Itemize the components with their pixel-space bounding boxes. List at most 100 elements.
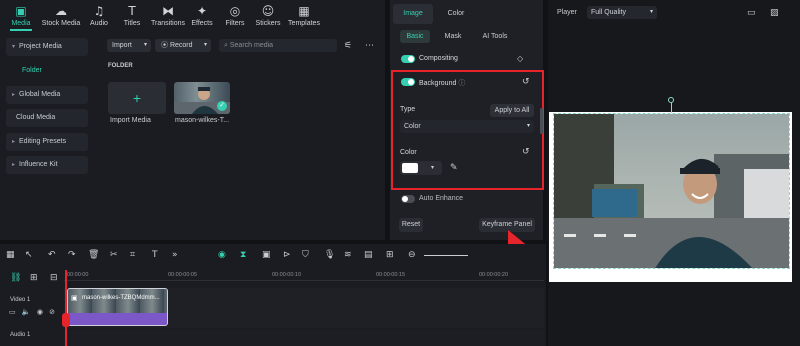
templates-icon: ▦ <box>298 4 310 18</box>
preview-photo <box>554 114 789 268</box>
sidebar-item-global-media[interactable]: ▸ Global Media <box>6 86 88 104</box>
record-icon: ⦿ <box>161 42 168 49</box>
search-icon: ⌕ <box>224 41 228 49</box>
tab-titles[interactable]: T Titles <box>113 4 151 27</box>
import-dropdown[interactable]: Import ▾ <box>107 39 151 52</box>
delete-icon[interactable]: 🗑 <box>88 250 99 260</box>
reset-icon[interactable]: ↺ <box>522 147 530 157</box>
zoom-slider[interactable] <box>424 255 468 256</box>
diamond-icon[interactable]: ◇ <box>517 54 523 64</box>
sidebar-item-cloud-media[interactable]: Cloud Media <box>6 109 88 127</box>
sidebar-item-influence-kit[interactable]: ▸ Influence Kit <box>6 156 88 174</box>
subtab-mask[interactable]: Mask <box>440 30 466 43</box>
chevron-down-icon: ▾ <box>431 165 435 171</box>
sidebar-item-project-media[interactable]: ▾ Project Media <box>6 38 88 56</box>
reset-button[interactable]: Reset <box>399 218 423 232</box>
chevron-down-icon: ▾ <box>526 123 530 129</box>
tab-media-underline <box>10 29 32 31</box>
playhead[interactable] <box>65 270 67 346</box>
media-thumbnail[interactable]: ✓ <box>174 82 230 114</box>
folder-icon[interactable]: ▭ <box>9 308 16 316</box>
props-tab-image[interactable]: Image <box>393 4 433 24</box>
layout-icon[interactable]: ▦ <box>6 250 15 260</box>
search-input[interactable]: ⌕ Search media <box>219 39 337 52</box>
time-label: 00:00:00:05 <box>168 272 198 278</box>
snap-icon[interactable]: ◉ <box>218 250 226 260</box>
chevron-down-icon: ▾ <box>12 44 16 50</box>
subtab-ai-tools[interactable]: AI Tools <box>478 30 512 43</box>
add-track-icon[interactable]: ⊞ <box>30 273 38 283</box>
clip-thumbnails <box>68 289 167 313</box>
chevron-right-icon: ▸ <box>12 139 16 145</box>
media-item-label: mason-wilkes-T... <box>175 117 230 124</box>
sidebar-item-editing-presets[interactable]: ▸ Editing Presets <box>6 133 88 151</box>
time-label: 00:00:00:20 <box>479 272 509 278</box>
redo-icon[interactable]: ↷ <box>68 250 76 260</box>
caption-icon[interactable]: ▤ <box>364 250 373 260</box>
tab-stock-media[interactable]: ☁ Stock Media <box>40 4 82 27</box>
playhead-handle[interactable] <box>62 313 70 327</box>
tab-media[interactable]: ▣ Media <box>2 4 40 27</box>
snapshot-icon[interactable]: ▨ <box>770 8 779 18</box>
mic-icon[interactable]: 🎙 <box>324 250 335 260</box>
import-media-tile[interactable]: + <box>108 82 166 114</box>
voice-icon[interactable]: ≋ <box>344 250 352 260</box>
background-label: Background ⓘ <box>419 80 466 87</box>
clip-label: mason-wilkes-TZBQMdmm... <box>82 295 160 301</box>
play-icon[interactable]: ⊳ <box>283 250 291 260</box>
sidebar-item-folder[interactable]: Folder <box>6 62 88 80</box>
more-icon[interactable]: ⋯ <box>365 41 374 51</box>
video-clip[interactable]: mason-wilkes-TZBQMdmm... ▣ <box>67 288 168 326</box>
link-icon[interactable]: ⛓ <box>10 273 21 283</box>
stickers-icon: ☺ <box>261 4 275 18</box>
props-tab-color[interactable]: Color <box>438 4 474 24</box>
stock-media-icon: ☁ <box>55 4 67 18</box>
split-icon[interactable]: ✂ <box>110 250 118 260</box>
crop-icon[interactable]: ⌗ <box>130 250 135 260</box>
eyedropper-icon[interactable]: ✎ <box>450 163 458 173</box>
grid-icon[interactable]: ▭ <box>747 8 756 18</box>
tab-stickers[interactable]: ☺ Stickers <box>249 4 287 27</box>
zoom-out-icon[interactable]: ⊖ <box>408 250 416 260</box>
tab-transitions[interactable]: ⧓ Transitions <box>148 4 188 27</box>
folder-heading: FOLDER <box>108 63 133 69</box>
rotate-handle-line <box>671 103 672 113</box>
apply-to-all-button[interactable]: Apply to All <box>490 104 534 117</box>
type-select[interactable]: Color ▾ <box>400 120 534 133</box>
auto-enhance-toggle[interactable] <box>401 195 415 203</box>
preview-image[interactable] <box>553 113 790 269</box>
color-swatch-picker[interactable]: ▾ <box>400 161 442 175</box>
chevron-right-icon: ▸ <box>12 162 16 168</box>
compositing-toggle[interactable] <box>401 55 415 63</box>
track-label-audio: Audio 1 <box>10 332 31 338</box>
eye-icon[interactable]: ◉ <box>37 308 43 316</box>
clip-icon: ▣ <box>71 295 78 302</box>
add-audio-track-icon[interactable]: ⊟ <box>50 273 58 283</box>
titles-icon: T <box>128 4 136 18</box>
color-label: Color <box>400 149 417 156</box>
time-label: 00:00:00 <box>67 272 89 278</box>
subtab-basic[interactable]: Basic <box>400 30 430 43</box>
type-label: Type <box>400 106 416 113</box>
speaker-icon[interactable]: 🔈 <box>22 308 31 316</box>
render-icon[interactable]: ▣ <box>262 250 271 260</box>
more-tools-icon[interactable]: » <box>172 250 178 260</box>
color-swatch <box>402 163 418 173</box>
tab-templates[interactable]: ▦ Templates <box>284 4 324 27</box>
undo-icon[interactable]: ↶ <box>48 250 56 260</box>
scrollbar[interactable] <box>540 108 543 134</box>
lock-icon[interactable]: ⊘ <box>49 308 55 316</box>
grid-icon[interactable]: ⊞ <box>386 250 394 260</box>
timeline-toolbar: ▦ ↖ ↶ ↷ 🗑 ✂ ⌗ T » ◉ ⧗ ▣ ⊳ ⛉ 🎙 ≋ ▤ ⊞ ⊖ <box>0 246 480 266</box>
quality-dropdown[interactable]: Full Quality ▾ <box>587 6 657 19</box>
help-icon: ⓘ <box>458 80 466 87</box>
link-marker-icon[interactable]: ⧗ <box>240 250 246 260</box>
shield-icon[interactable]: ⛉ <box>302 250 309 260</box>
reset-icon[interactable]: ↺ <box>522 77 530 87</box>
filter-icon[interactable]: ⚟ <box>344 41 352 51</box>
background-toggle[interactable] <box>401 78 415 86</box>
transitions-icon: ⧓ <box>162 4 174 18</box>
record-dropdown[interactable]: ⦿ Record ▾ <box>155 39 211 52</box>
text-icon[interactable]: T <box>152 250 158 260</box>
select-tool-icon[interactable]: ↖ <box>25 250 33 260</box>
